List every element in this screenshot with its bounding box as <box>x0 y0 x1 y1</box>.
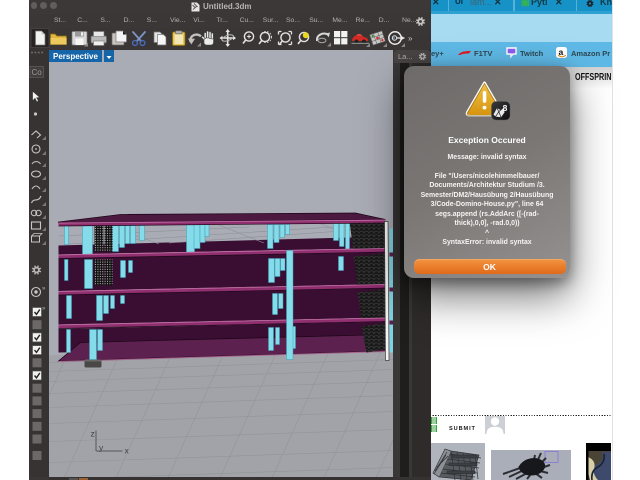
svg-text:»: » <box>42 306 46 312</box>
svg-text:8: 8 <box>503 103 508 113</box>
svg-text:z: z <box>90 428 94 438</box>
svg-text:Co: Co <box>32 68 43 77</box>
svg-text:»: » <box>408 34 413 43</box>
svg-text:»: » <box>42 286 46 292</box>
